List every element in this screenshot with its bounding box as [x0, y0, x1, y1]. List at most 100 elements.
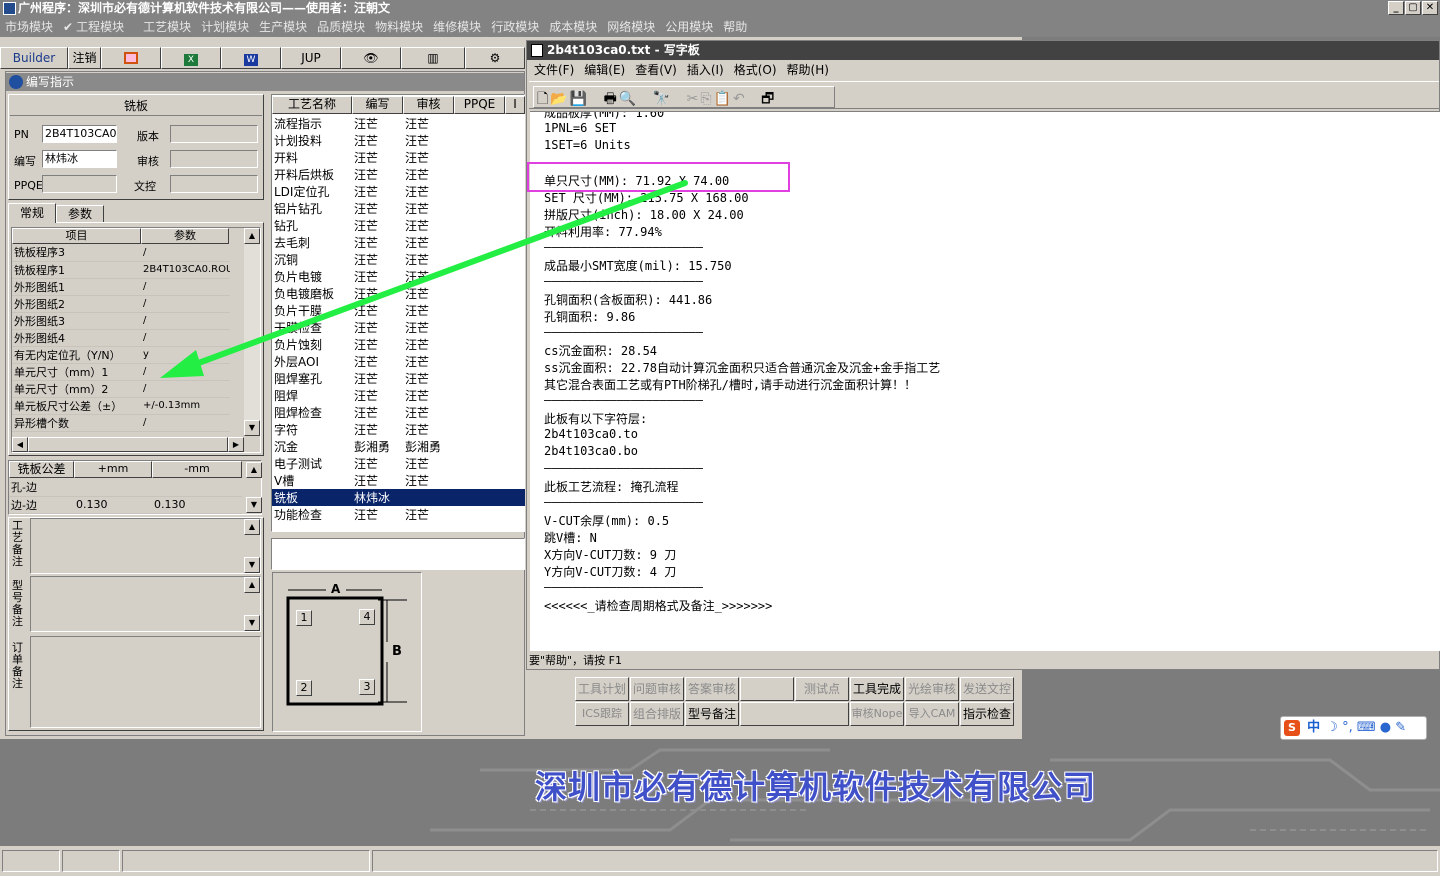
process-cell[interactable]: 彭湘勇: [352, 438, 403, 455]
process-cell[interactable]: [454, 251, 525, 268]
print-preview-icon[interactable]: 🔍: [619, 91, 638, 107]
find-icon[interactable]: 🔭: [653, 91, 672, 107]
process-cell[interactable]: 汪芒: [352, 285, 403, 302]
moon-icon[interactable]: ☽: [1326, 720, 1338, 735]
param-item-cell[interactable]: 铣板程序3: [12, 244, 141, 262]
process-row[interactable]: 沉金 彭湘勇 彭湘勇: [272, 438, 525, 455]
process-cell[interactable]: [454, 149, 525, 166]
tolerance-cell[interactable]: [152, 479, 242, 497]
process-cell[interactable]: [454, 387, 525, 404]
process-cell[interactable]: 汪芒: [352, 166, 403, 183]
process-cell[interactable]: [454, 404, 525, 421]
process-input[interactable]: [271, 538, 525, 570]
process-row[interactable]: 开料 汪芒 汪芒: [272, 149, 525, 166]
process-cell[interactable]: 沉金: [272, 438, 352, 455]
wrench-icon[interactable]: ✎: [1395, 720, 1406, 735]
process-row[interactable]: 铝片钻孔 汪芒 汪芒: [272, 200, 525, 217]
process-cell[interactable]: [454, 353, 525, 370]
param-item-cell[interactable]: 铣板程序1: [12, 261, 141, 279]
restore-button[interactable]: ▢: [1405, 1, 1421, 15]
process-cell[interactable]: [454, 268, 525, 285]
process-cell[interactable]: 负电镀磨板: [272, 285, 352, 302]
param-value-cell[interactable]: /: [141, 414, 230, 432]
process-remark-scroll-up[interactable]: ▲: [244, 519, 260, 535]
param-item-cell[interactable]: 单元尺寸（mm）2: [12, 380, 141, 398]
process-cell[interactable]: LDI定位孔: [272, 183, 352, 200]
param-value-cell[interactable]: 2B4T103CA0.ROU: [141, 261, 230, 279]
punctuation-icon[interactable]: °,: [1342, 720, 1353, 735]
blank-button-1[interactable]: [740, 677, 794, 701]
process-cell[interactable]: 电子测试: [272, 455, 352, 472]
process-cell[interactable]: 汪芒: [352, 115, 403, 132]
ppqe-field[interactable]: [42, 175, 117, 193]
process-cell[interactable]: [454, 421, 525, 438]
process-row[interactable]: 阻焊检查 汪芒 汪芒: [272, 404, 525, 421]
process-cell[interactable]: 汪芒: [403, 319, 454, 336]
params-scroll-up[interactable]: ▲: [244, 228, 260, 244]
process-row[interactable]: 负片电镀 汪芒 汪芒: [272, 268, 525, 285]
process-cell[interactable]: [403, 489, 454, 506]
process-cell[interactable]: 去毛刺: [272, 234, 352, 251]
process-cell[interactable]: 汪芒: [352, 472, 403, 489]
process-row[interactable]: 阻焊 汪芒 汪芒: [272, 387, 525, 404]
author-field[interactable]: 林炜冰: [42, 150, 117, 168]
process-row[interactable]: 开料后烘板 汪芒 汪芒: [272, 166, 525, 183]
ics-track-button[interactable]: ICS跟踪: [575, 702, 629, 726]
close-button[interactable]: ✕: [1422, 1, 1438, 15]
process-cell[interactable]: 汪芒: [403, 217, 454, 234]
wp-menu-help[interactable]: 帮助(H): [787, 60, 829, 80]
instruction-check-button[interactable]: 指示检查: [960, 702, 1014, 726]
pn-field[interactable]: 2B4T103CA0: [42, 125, 117, 143]
new-icon[interactable]: 🗋: [537, 91, 550, 107]
copy-icon[interactable]: ⎘: [700, 91, 713, 107]
process-cell[interactable]: 干膜检查: [272, 319, 352, 336]
process-cell[interactable]: 功能检查: [272, 506, 352, 523]
menu-common[interactable]: 公用模块: [665, 17, 713, 37]
process-cell[interactable]: 汪芒: [352, 506, 403, 523]
jup-button[interactable]: JUP: [281, 47, 341, 69]
process-cell[interactable]: 汪芒: [352, 336, 403, 353]
process-cell[interactable]: 汪芒: [403, 251, 454, 268]
process-cell[interactable]: 汪芒: [352, 132, 403, 149]
process-row[interactable]: LDI定位孔 汪芒 汪芒: [272, 183, 525, 200]
word-icon[interactable]: W: [221, 47, 281, 69]
import-cam-button[interactable]: 导入CAM: [905, 702, 959, 726]
process-cell[interactable]: 汪芒: [403, 404, 454, 421]
process-cell[interactable]: 汪芒: [352, 455, 403, 472]
process-cell[interactable]: 汪芒: [403, 268, 454, 285]
process-cell[interactable]: [454, 132, 525, 149]
process-cell[interactable]: 沉铜: [272, 251, 352, 268]
params-row[interactable]: 单元尺寸（mm）2/: [12, 380, 230, 398]
order-remark-field[interactable]: [30, 636, 261, 728]
process-cell[interactable]: 负片电镀: [272, 268, 352, 285]
process-cell[interactable]: 汪芒: [352, 404, 403, 421]
process-row[interactable]: 干膜检查 汪芒 汪芒: [272, 319, 525, 336]
process-cell[interactable]: 汪芒: [352, 200, 403, 217]
process-cell[interactable]: [454, 319, 525, 336]
menu-process[interactable]: 工艺模块: [143, 17, 191, 37]
menu-help[interactable]: 帮助: [723, 17, 747, 37]
process-row[interactable]: 阻焊塞孔 汪芒 汪芒: [272, 370, 525, 387]
process-cell[interactable]: 汪芒: [352, 234, 403, 251]
process-cell[interactable]: 流程指示: [272, 115, 352, 132]
process-cell[interactable]: [454, 506, 525, 523]
process-row[interactable]: 负片干膜 汪芒 汪芒: [272, 302, 525, 319]
tolerance-row[interactable]: 孔-边: [9, 479, 242, 497]
process-cell[interactable]: 汪芒: [352, 149, 403, 166]
process-cell[interactable]: 汪芒: [403, 472, 454, 489]
powerpoint-icon[interactable]: [101, 47, 161, 69]
param-value-cell[interactable]: /: [141, 380, 230, 398]
menu-market[interactable]: 市场模块: [5, 17, 53, 37]
tolerance-cell[interactable]: 0.130: [74, 496, 152, 514]
process-cell[interactable]: 负片干膜: [272, 302, 352, 319]
process-row[interactable]: 去毛刺 汪芒 汪芒: [272, 234, 525, 251]
param-value-cell[interactable]: /: [141, 244, 230, 262]
params-row[interactable]: 铣板程序3/: [12, 244, 230, 262]
params-row[interactable]: 外形图纸4/: [12, 329, 230, 347]
process-cell[interactable]: [454, 438, 525, 455]
param-value-cell[interactable]: /: [141, 295, 230, 313]
user-icon[interactable]: ●: [1380, 720, 1391, 735]
param-item-cell[interactable]: 外形图纸2: [12, 295, 141, 313]
process-cell[interactable]: 彭湘勇: [403, 438, 454, 455]
open-icon[interactable]: 📂: [550, 91, 569, 107]
